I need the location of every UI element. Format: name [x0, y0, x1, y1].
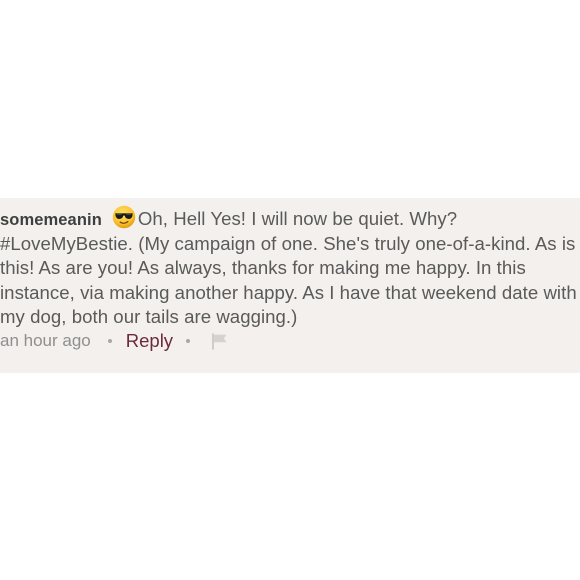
separator-dot	[186, 339, 191, 343]
comment-meta: an hour ago Reply	[0, 328, 230, 354]
comment-username[interactable]: somemeanin	[0, 211, 102, 229]
separator-dot	[107, 339, 112, 343]
sunglasses-face-icon	[112, 205, 136, 229]
comment-card: somemeanin Oh, Hell Yes! I will now be q…	[0, 198, 580, 373]
reply-button[interactable]: Reply	[126, 330, 173, 352]
flag-icon[interactable]	[210, 331, 230, 351]
comment-body: somemeanin Oh, Hell Yes! I will now be q…	[0, 205, 578, 329]
page: somemeanin Oh, Hell Yes! I will now be q…	[0, 0, 580, 580]
comment-timestamp: an hour ago	[0, 331, 91, 350]
